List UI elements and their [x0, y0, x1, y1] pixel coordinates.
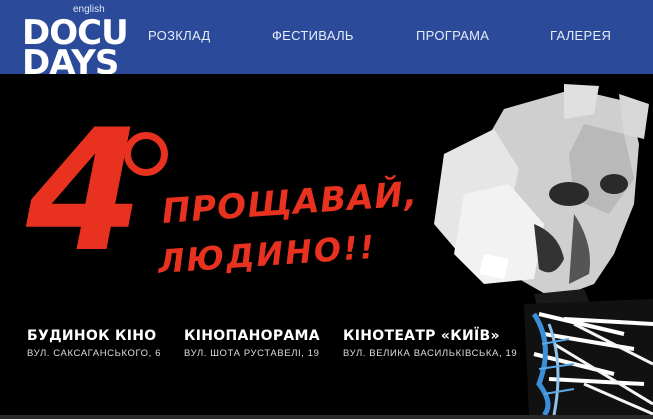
bottom-strip: [0, 415, 653, 419]
venue-address: ВУЛ. САКСАГАНСЬКОГО, 6: [27, 348, 162, 359]
venue-budynok-kino[interactable]: БУДИНОК КІНО ВУЛ. САКСАГАНСЬКОГО, 6: [27, 328, 161, 359]
nav-item-gallery[interactable]: ГАЛЕРЕЯ: [550, 28, 611, 43]
venue-name: КІНОПАНОРАМА: [184, 328, 320, 344]
edition-number: 4: [26, 93, 143, 289]
nav-item-schedule[interactable]: РОЗКЛАД: [148, 28, 210, 43]
venue-kinopanorama[interactable]: КІНОПАНОРАМА ВУЛ. ШОТА РУСТАВЕЛІ, 19: [184, 328, 320, 359]
degree-sign-graphic: [124, 132, 168, 176]
cheetah-collage-image: [434, 84, 653, 415]
venue-name: БУДИНОК КІНО: [27, 328, 157, 344]
top-navigation-bar: english DOCU DAYS UA РОЗКЛАД ФЕСТИВАЛЬ П…: [0, 0, 653, 110]
nav-item-program[interactable]: ПРОГРАМА: [416, 28, 489, 43]
nav-item-festival[interactable]: ФЕСТИВАЛЬ: [272, 28, 354, 43]
venue-address: ВУЛ. ШОТА РУСТАВЕЛІ, 19: [184, 348, 320, 359]
